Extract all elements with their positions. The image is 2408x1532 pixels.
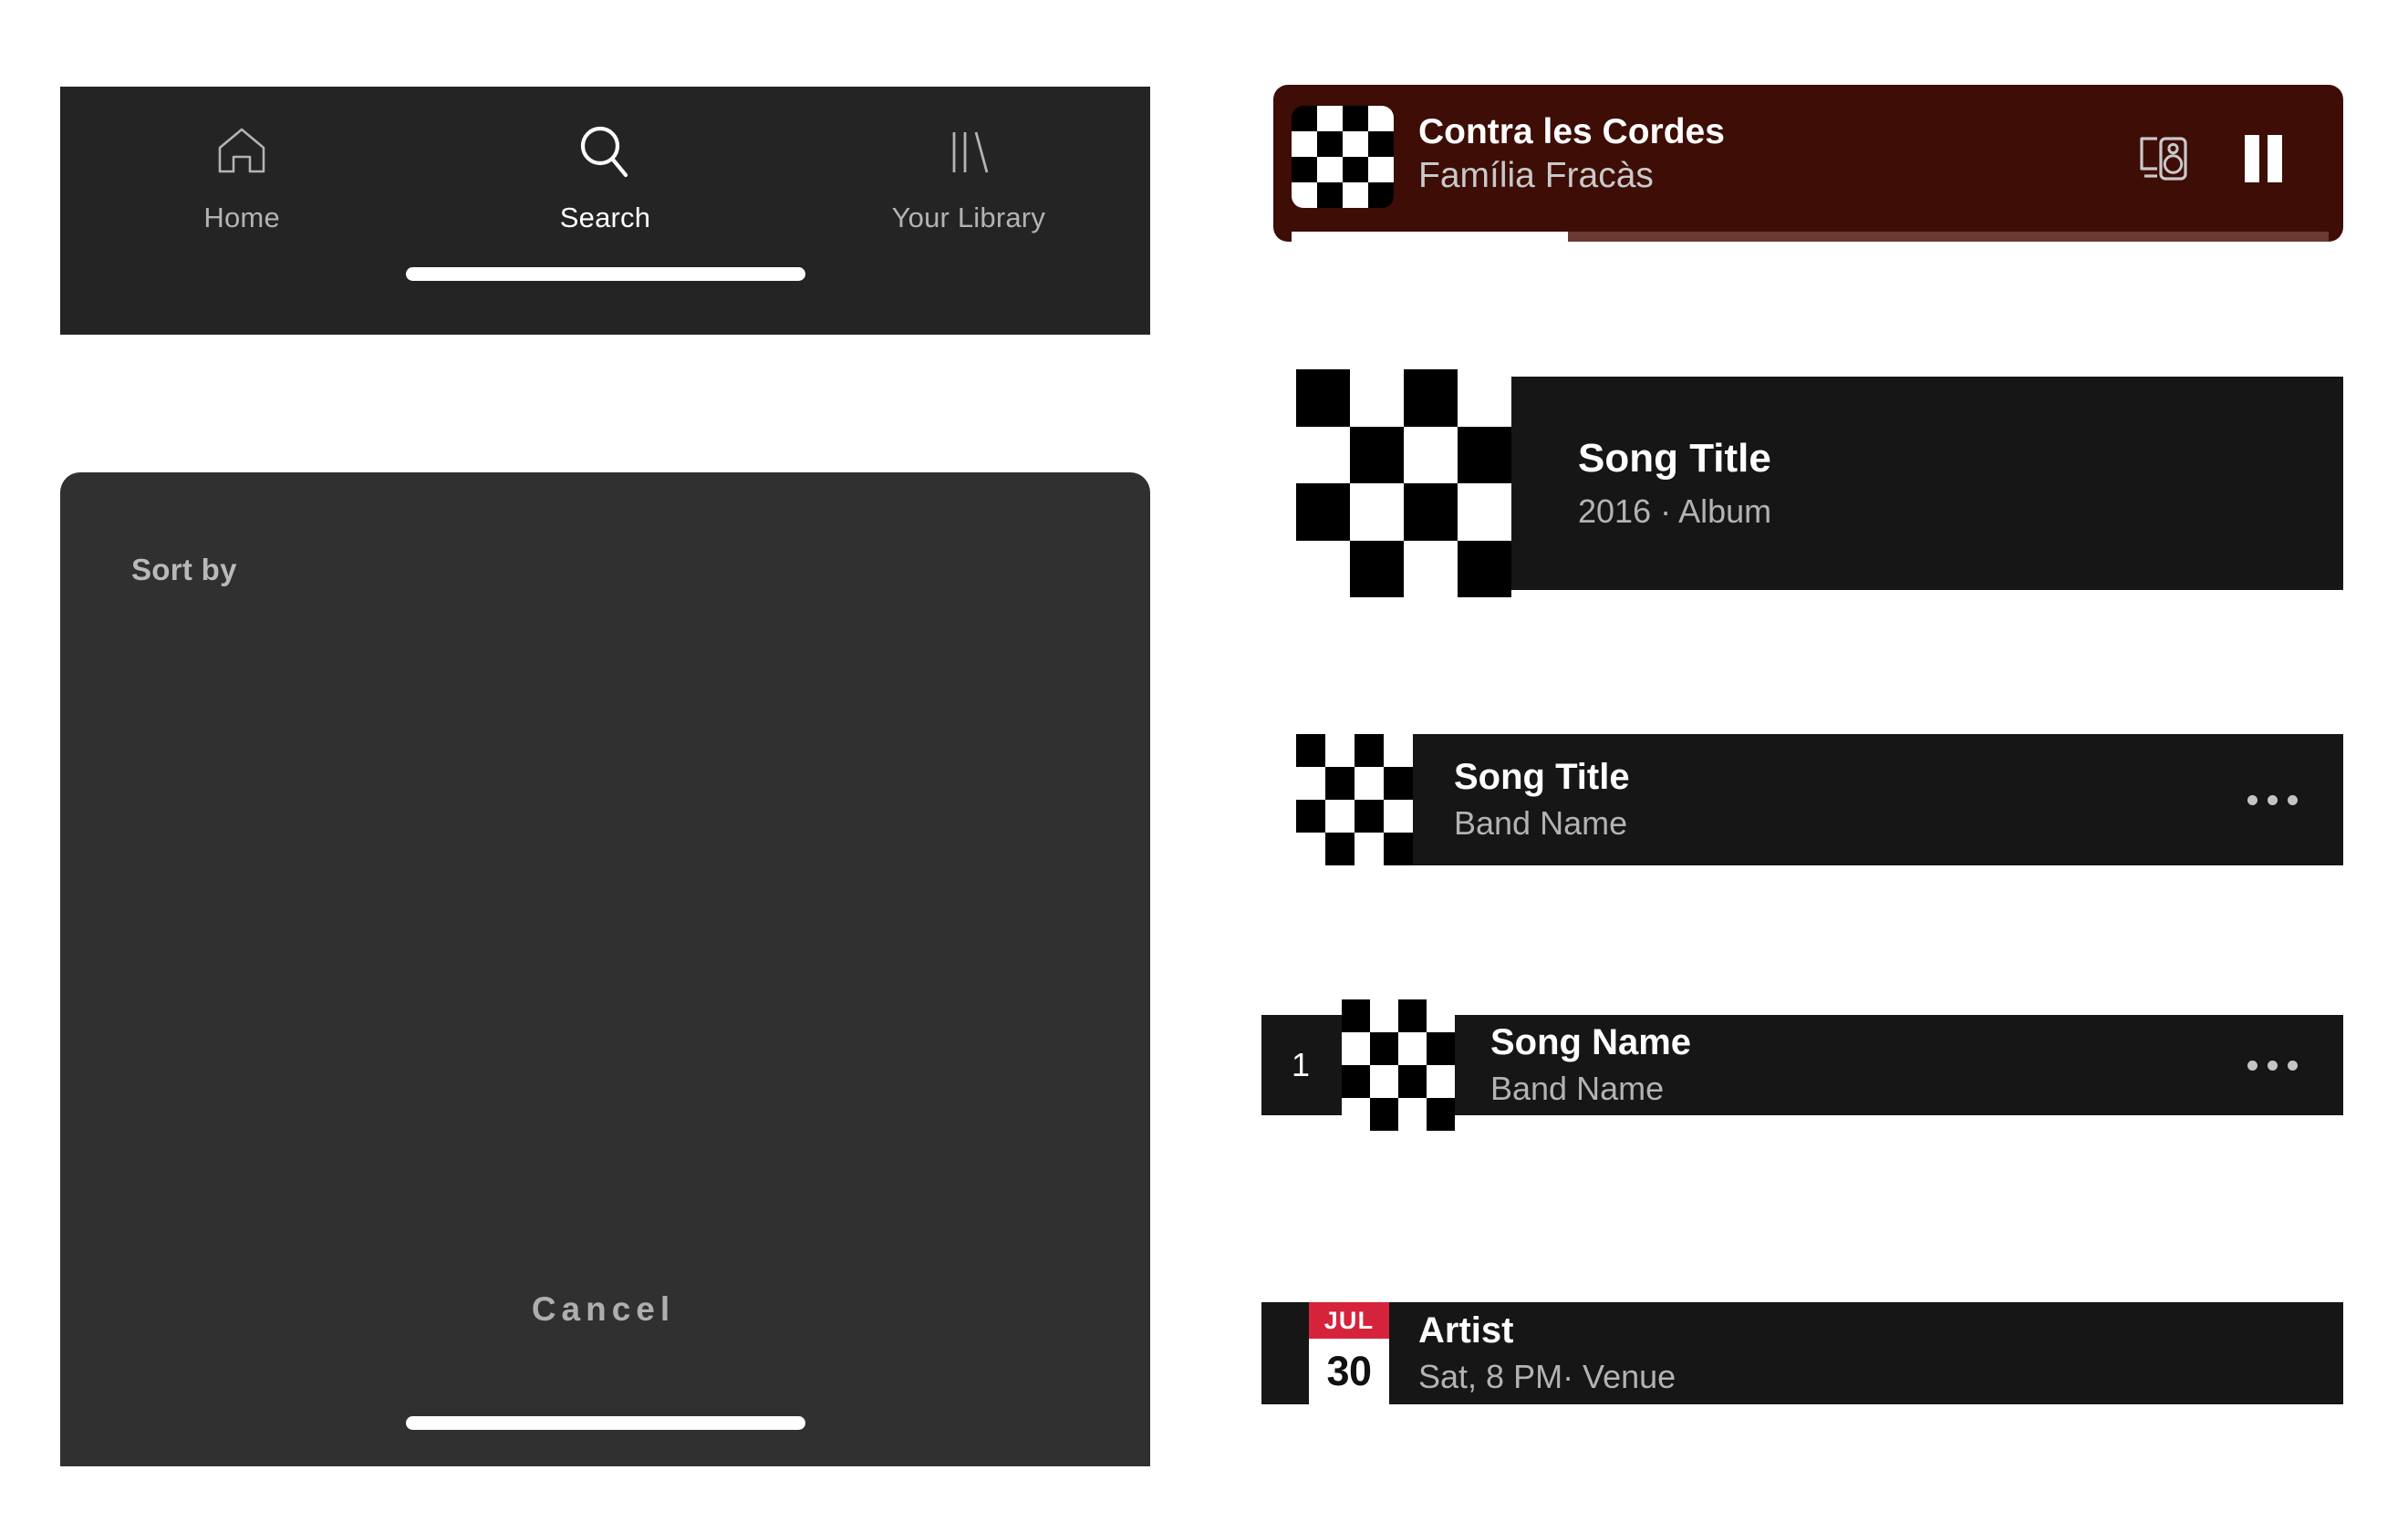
track-card-text: Song Name Band Name [1490, 1020, 2247, 1110]
now-playing-bar[interactable]: Contra les Cordes Família Fracàs [1273, 85, 2343, 242]
track-card-subtitle: Band Name [1490, 1069, 1665, 1107]
album-card-title: Song Title [1578, 436, 1771, 481]
nav-item-your-library[interactable]: Your Library [818, 116, 1119, 234]
now-playing-artist: Família Fracàs [1418, 155, 1654, 195]
nav-item-label-home: Home [203, 202, 280, 233]
song-card-subtitle: Band Name [1454, 803, 1628, 842]
pause-icon[interactable] [2239, 132, 2287, 190]
bottom-navigation-bar: Home Search Your Library [60, 87, 1150, 335]
nav-item-label-search: Search [559, 202, 651, 233]
event-card-title: Artist [1418, 1310, 1514, 1351]
calendar-day: 30 [1326, 1348, 1372, 1394]
event-row-card[interactable]: JUL 30 Artist Sat, 8 PM· Venue [1261, 1302, 2343, 1404]
track-number: 1 [1291, 1046, 1311, 1083]
song-card-art [1296, 734, 1413, 865]
nav-item-search[interactable]: Search [454, 116, 755, 234]
sort-by-sheet: Sort by Cancel [60, 472, 1150, 1466]
now-playing-meta: Contra les Cordes Família Fracàs [1418, 110, 2133, 197]
library-icon [939, 116, 998, 189]
song-row-card[interactable]: Song Title Band Name [1296, 734, 2343, 865]
track-card-body: Song Name Band Name [1455, 1020, 2343, 1110]
cancel-button[interactable]: Cancel [60, 1290, 1150, 1329]
sheet-title: Sort by [131, 553, 237, 586]
song-card-title: Song Title [1454, 757, 1630, 798]
now-playing-album-art [1292, 106, 1394, 208]
track-row-card[interactable]: 1 Song Name Band Name [1261, 999, 2343, 1131]
more-options-icon[interactable] [2247, 1060, 2298, 1071]
song-card-text: Song Title Band Name [1454, 754, 2247, 844]
connect-to-device-icon[interactable] [2133, 133, 2190, 189]
home-indicator[interactable] [405, 267, 805, 281]
song-card-body: Song Title Band Name [1413, 734, 2343, 865]
playback-progress-bar[interactable] [1273, 232, 2343, 242]
home-indicator[interactable] [405, 1416, 805, 1430]
album-card-body: Song Title 2016 · Album [1511, 377, 2343, 590]
sheet-home-indicator-area [60, 1416, 1150, 1466]
album-card-art [1296, 369, 1511, 597]
progress-fill [1292, 232, 1568, 242]
now-playing-title: Contra les Cordes [1418, 112, 1725, 151]
calendar-badge: JUL 30 [1309, 1302, 1389, 1404]
track-card-art [1342, 999, 1455, 1131]
track-card-title: Song Name [1490, 1022, 1692, 1063]
album-card-subtitle: 2016 · Album [1578, 492, 1772, 531]
sheet-options-area [60, 587, 1150, 1290]
nav-items: Home Search Your Library [60, 87, 1150, 267]
now-playing-controls [2133, 132, 2287, 190]
event-card-subtitle: Sat, 8 PM· Venue [1418, 1357, 1676, 1395]
nav-item-label-your-library: Your Library [891, 202, 1046, 233]
nav-item-home[interactable]: Home [91, 116, 392, 234]
screen-canvas: Home Search Your Library Sort by Cancel … [0, 0, 2408, 1532]
home-icon [213, 116, 271, 189]
album-result-card[interactable]: Song Title 2016 · Album [1296, 369, 2343, 597]
calendar-month: JUL [1309, 1302, 1389, 1339]
search-icon [573, 116, 637, 189]
event-card-body: Artist Sat, 8 PM· Venue [1389, 1302, 2343, 1404]
more-options-icon[interactable] [2247, 794, 2298, 805]
home-indicator-area [60, 267, 1150, 335]
